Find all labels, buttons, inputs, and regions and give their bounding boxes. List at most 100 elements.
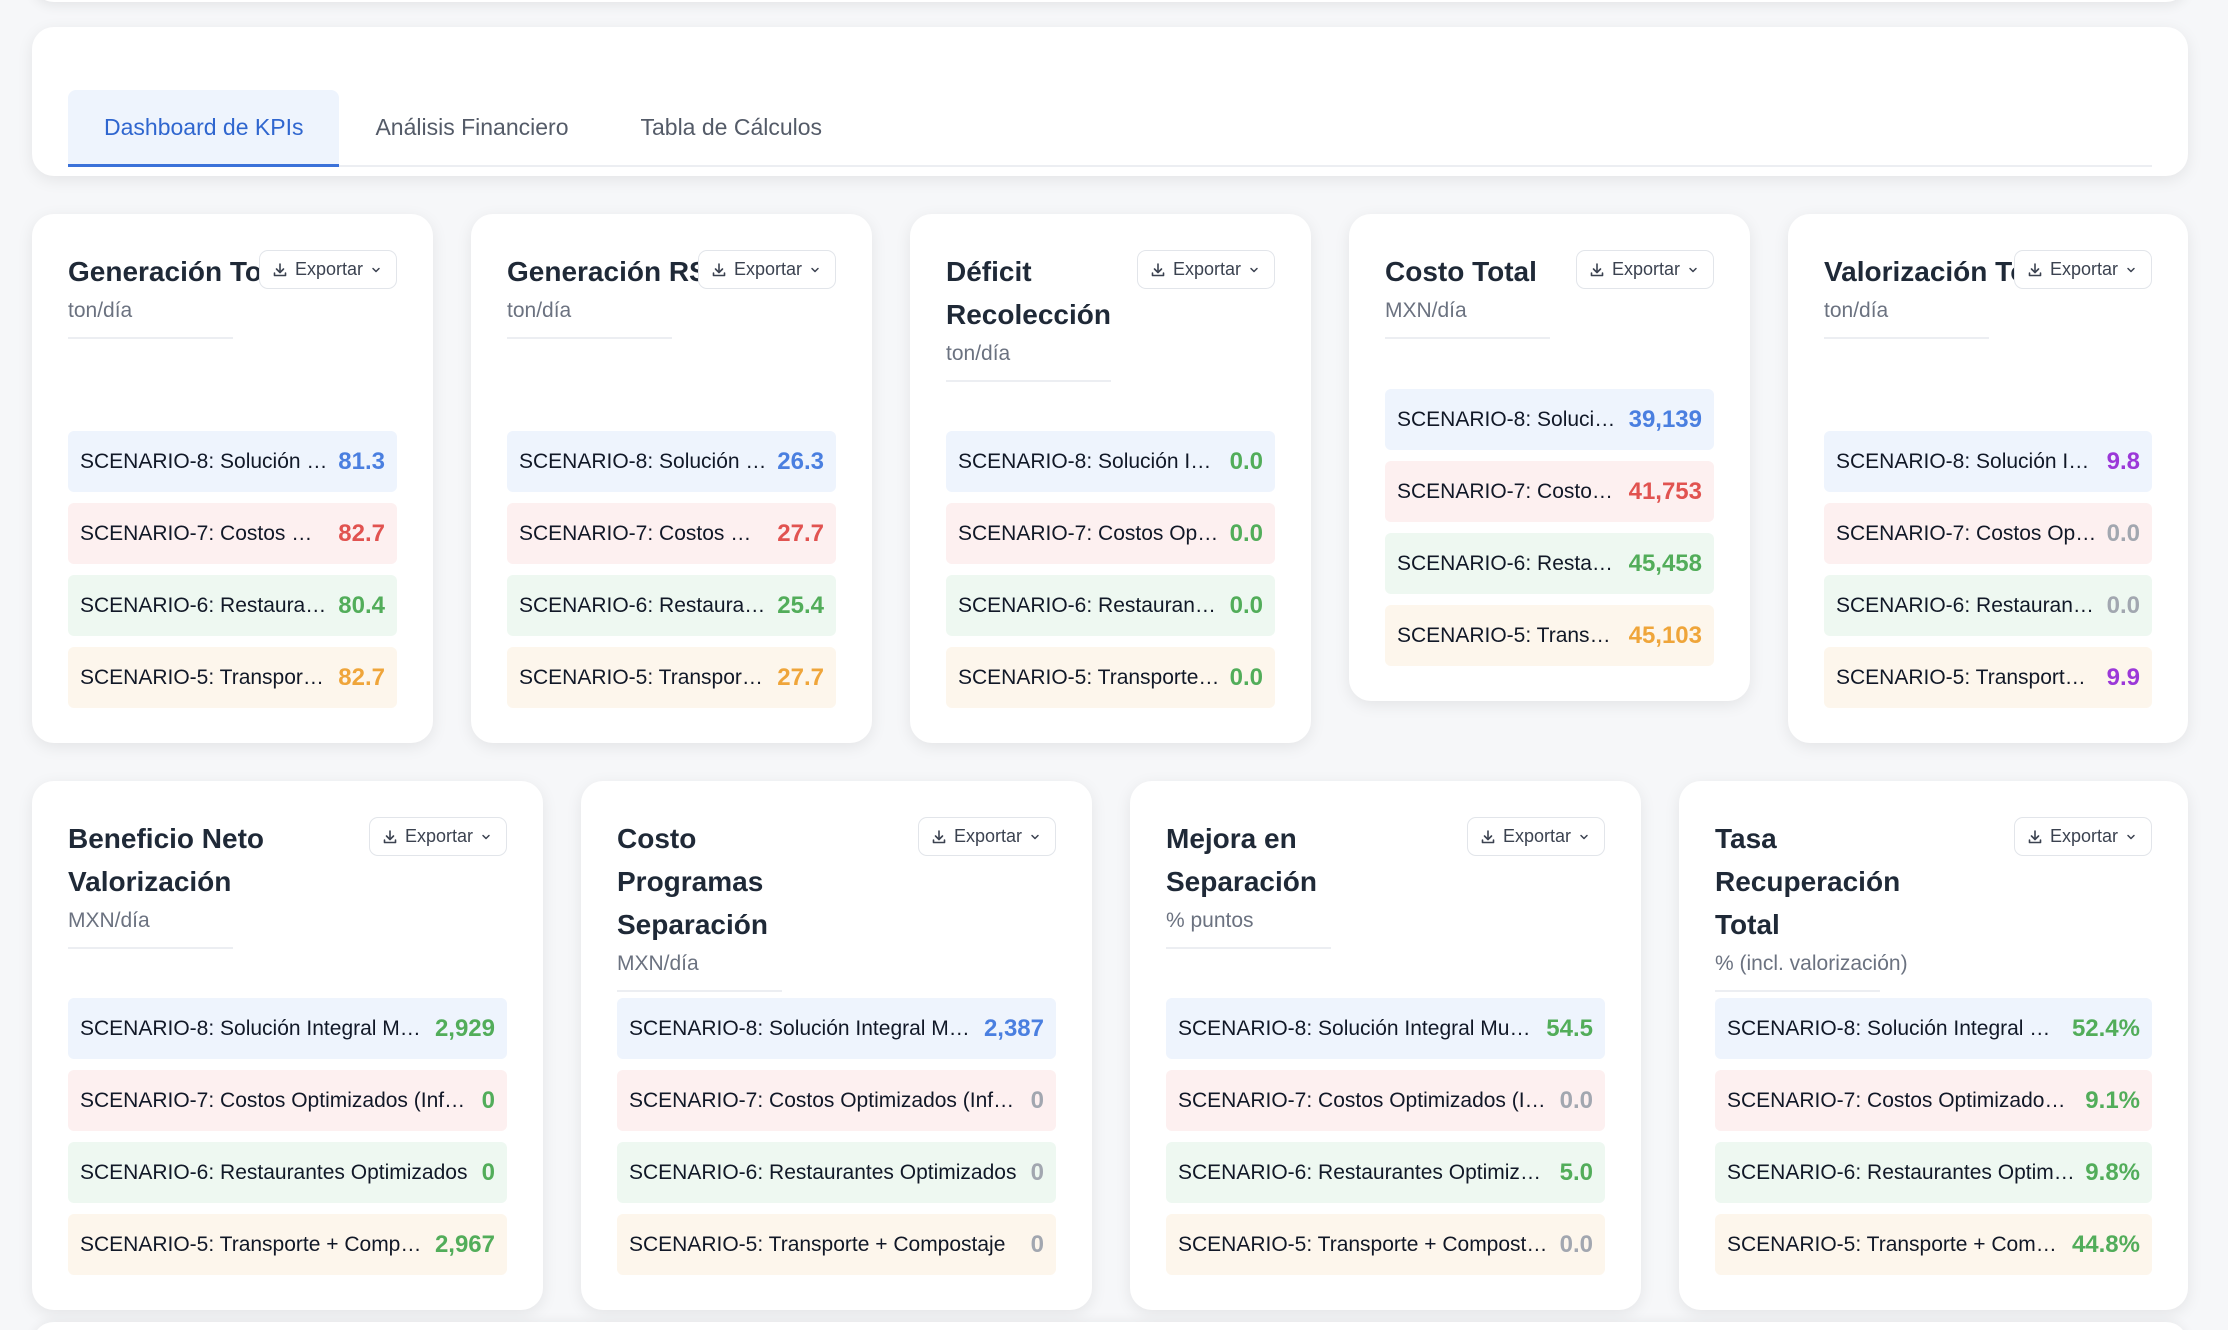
- scenario-row[interactable]: SCENARIO-6: Restaurantes Optimizados 25.…: [507, 575, 836, 636]
- card-unit: MXN/día: [68, 909, 150, 932]
- export-button[interactable]: Exportar: [2013, 250, 2152, 289]
- scenario-row[interactable]: SCENARIO-8: Solución Integral Municipal …: [617, 998, 1056, 1059]
- tab-tabla-calculos[interactable]: Tabla de Cálculos: [604, 90, 858, 167]
- kpi-card-costo-programas-separacion: Costo Programas Separación MXN/día Expor…: [581, 781, 1092, 1310]
- scenario-row[interactable]: SCENARIO-7: Costos Optimizados (Infraest…: [946, 503, 1275, 564]
- scenario-label: SCENARIO-5: Transporte + Compostaje: [1397, 623, 1619, 647]
- scenario-row[interactable]: SCENARIO-6: Restaurantes Optimizados 0.0: [946, 575, 1275, 636]
- title-divider: [1715, 990, 1880, 992]
- card-header: Mejora en Separación % puntos Exportar: [1166, 817, 1605, 949]
- card-header: Generación Total ton/día Exportar: [68, 250, 397, 380]
- scenario-row[interactable]: SCENARIO-5: Transporte + Compostaje 9.9: [1824, 647, 2152, 708]
- scenario-row[interactable]: SCENARIO-8: Solución Integral Municipal …: [68, 431, 397, 492]
- scenario-value: 0.0: [1229, 447, 1263, 475]
- scenario-row[interactable]: SCENARIO-6: Restaurantes Optimizados 5.0: [1166, 1142, 1605, 1203]
- scenario-value: 0.0: [1229, 663, 1263, 691]
- scenario-row[interactable]: SCENARIO-5: Transporte + Compostaje 27.7: [507, 647, 836, 708]
- scenario-row[interactable]: SCENARIO-5: Transporte + Compostaje 82.7: [68, 647, 397, 708]
- scenario-row[interactable]: SCENARIO-8: Solución Integral Municipal …: [507, 431, 836, 492]
- scenario-value: 80.4: [338, 591, 385, 619]
- scenario-row[interactable]: SCENARIO-6: Restaurantes Optimizados 0: [68, 1142, 507, 1203]
- scenario-row[interactable]: SCENARIO-7: Costos Optimizados (Infraest…: [1824, 503, 2152, 564]
- export-button[interactable]: Exportar: [697, 250, 836, 289]
- scenario-row[interactable]: SCENARIO-8: Solución Integral Municipal …: [68, 998, 507, 1059]
- scenario-list: SCENARIO-8: Solución Integral Municipal …: [946, 431, 1275, 719]
- scenario-row[interactable]: SCENARIO-7: Costos Optimizados (Infraest…: [1166, 1070, 1605, 1131]
- scenario-value: 26.3: [777, 447, 824, 475]
- export-button[interactable]: Exportar: [258, 250, 397, 289]
- title-divider: [1824, 337, 1989, 339]
- scenario-value: 25.4: [777, 591, 824, 619]
- scenario-value: 52.4%: [2071, 1014, 2140, 1042]
- scenario-label: SCENARIO-7: Costos Optimizados (Infraest…: [519, 521, 767, 545]
- export-button[interactable]: Exportar: [1466, 817, 1605, 856]
- card-unit: MXN/día: [1385, 299, 1467, 322]
- export-button[interactable]: Exportar: [2013, 817, 2152, 856]
- card-header: Costo Total MXN/día Exportar: [1385, 250, 1714, 380]
- export-button[interactable]: Exportar: [1136, 250, 1275, 289]
- export-button[interactable]: Exportar: [368, 817, 507, 856]
- chevron-down-icon: [809, 264, 821, 276]
- scenario-label: SCENARIO-6: Restaurantes Optimizados: [1836, 593, 2097, 617]
- scenario-row[interactable]: SCENARIO-5: Transporte + Compostaje 44.8…: [1715, 1214, 2152, 1275]
- export-button[interactable]: Exportar: [917, 817, 1056, 856]
- scenario-value: 45,103: [1628, 621, 1702, 649]
- scenario-list: SCENARIO-8: Solución Integral Municipal …: [617, 998, 1056, 1286]
- scenario-value: 0: [1030, 1086, 1044, 1114]
- export-label: Exportar: [953, 826, 1022, 846]
- download-icon: [931, 829, 947, 845]
- scenario-value: 82.7: [338, 663, 385, 691]
- scenario-value: 39,139: [1628, 405, 1702, 433]
- scenario-row[interactable]: SCENARIO-6: Restaurantes Optimizados 45,…: [1385, 533, 1714, 594]
- export-label: Exportar: [2049, 259, 2118, 279]
- export-button[interactable]: Exportar: [1575, 250, 1714, 289]
- export-label: Exportar: [2049, 826, 2118, 846]
- scenario-row[interactable]: SCENARIO-6: Restaurantes Optimizados 80.…: [68, 575, 397, 636]
- scenario-value: 82.7: [338, 519, 385, 547]
- scenario-list: SCENARIO-8: Solución Integral Municipal …: [1824, 431, 2152, 719]
- scenario-row[interactable]: SCENARIO-8: Solución Integral Municipal …: [1824, 431, 2152, 492]
- scenario-value: 0.0: [2106, 591, 2140, 619]
- scenario-label: SCENARIO-7: Costos Optimizados (Infraest…: [1178, 1088, 1550, 1112]
- kpi-card-mejora-en-separacion: Mejora en Separación % puntos Exportar S…: [1130, 781, 1641, 1310]
- scenario-row[interactable]: SCENARIO-7: Costos Optimizados (Infraest…: [1385, 461, 1714, 522]
- card-unit: MXN/día: [617, 952, 699, 975]
- scenario-value: 2,967: [434, 1230, 495, 1258]
- scenario-row[interactable]: SCENARIO-5: Transporte + Compostaje 2,96…: [68, 1214, 507, 1275]
- scenario-label: SCENARIO-6: Restaurantes Optimizados: [958, 593, 1220, 617]
- download-icon: [382, 829, 398, 845]
- kpi-card-generacion-total: Generación Total ton/día Exportar SCENAR…: [32, 214, 433, 743]
- scenario-value: 81.3: [338, 447, 385, 475]
- scenario-row[interactable]: SCENARIO-5: Transporte + Compostaje 45,1…: [1385, 605, 1714, 666]
- scenario-row[interactable]: SCENARIO-8: Solución Integral Municipal …: [946, 431, 1275, 492]
- scenario-row[interactable]: SCENARIO-6: Restaurantes Optimizados 0.0: [1824, 575, 2152, 636]
- scenario-label: SCENARIO-7: Costos Optimizados (Infraest…: [958, 521, 1220, 545]
- scenario-row[interactable]: SCENARIO-5: Transporte + Compostaje 0.0: [1166, 1214, 1605, 1275]
- scenario-row[interactable]: SCENARIO-5: Transporte + Compostaje 0: [617, 1214, 1056, 1275]
- title-divider: [1166, 947, 1331, 949]
- tabs-panel: Dashboard de KPIs Análisis Financiero Ta…: [32, 27, 2188, 176]
- scenario-row[interactable]: SCENARIO-7: Costos Optimizados (Infraest…: [68, 503, 397, 564]
- download-icon: [2027, 829, 2043, 845]
- scenario-value: 0: [1030, 1158, 1044, 1186]
- scenario-row[interactable]: SCENARIO-7: Costos Optimizados (Infraest…: [68, 1070, 507, 1131]
- chevron-down-icon: [370, 264, 382, 276]
- chevron-down-icon: [1248, 264, 1260, 276]
- scenario-row[interactable]: SCENARIO-8: Solución Integral Municipal …: [1715, 998, 2152, 1059]
- previous-panel-edge: [32, 0, 2188, 2]
- scenario-label: SCENARIO-6: Restaurantes Optimizados: [629, 1160, 1017, 1184]
- scenario-row[interactable]: SCENARIO-7: Costos Optimizados (Infraest…: [507, 503, 836, 564]
- scenario-label: SCENARIO-7: Costos Optimizados (Infraest…: [1727, 1088, 2075, 1112]
- scenario-list: SCENARIO-8: Solución Integral Municipal …: [1385, 389, 1714, 677]
- tab-analisis-financiero[interactable]: Análisis Financiero: [339, 90, 604, 167]
- scenario-row[interactable]: SCENARIO-8: Solución Integral Municipal …: [1166, 998, 1605, 1059]
- scenario-row[interactable]: SCENARIO-7: Costos Optimizados (Infraest…: [1715, 1070, 2152, 1131]
- title-divider: [617, 990, 782, 992]
- scenario-row[interactable]: SCENARIO-6: Restaurantes Optimizados 0: [617, 1142, 1056, 1203]
- scenario-row[interactable]: SCENARIO-5: Transporte + Compostaje 0.0: [946, 647, 1275, 708]
- tab-dashboard-kpis[interactable]: Dashboard de KPIs: [68, 90, 340, 167]
- scenario-row[interactable]: SCENARIO-7: Costos Optimizados (Infraest…: [617, 1070, 1056, 1131]
- scenario-value: 0: [1030, 1230, 1044, 1258]
- scenario-row[interactable]: SCENARIO-6: Restaurantes Optimizados 9.8…: [1715, 1142, 2152, 1203]
- scenario-row[interactable]: SCENARIO-8: Solución Integral Municipal …: [1385, 389, 1714, 450]
